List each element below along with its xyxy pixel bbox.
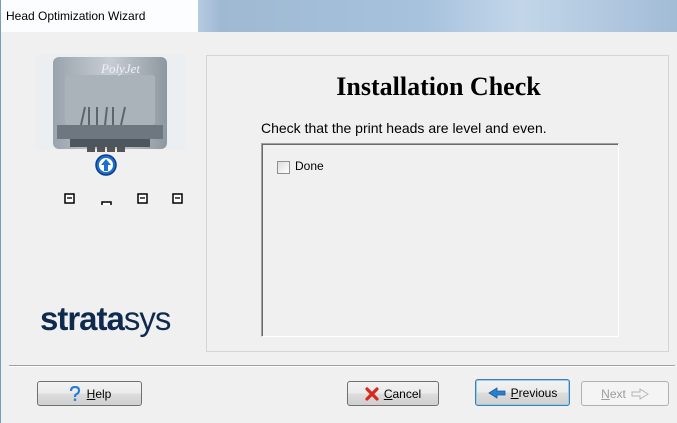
window-title: Head Optimization Wizard bbox=[6, 9, 146, 23]
next-button-label: Next bbox=[601, 386, 626, 401]
instruction-text: Check that the print heads are level and… bbox=[261, 120, 547, 136]
question-mark-icon bbox=[69, 385, 80, 401]
logo-bold-text: strata bbox=[40, 300, 125, 337]
done-checkbox-label[interactable]: Done bbox=[295, 159, 324, 173]
printer-label: PolyJet bbox=[100, 61, 140, 76]
red-x-icon bbox=[365, 386, 379, 401]
help-button-label: Help bbox=[86, 386, 112, 401]
help-button[interactable]: Help bbox=[37, 381, 142, 406]
page-heading: Installation Check bbox=[336, 72, 541, 101]
title-tab: Head Optimization Wizard bbox=[1, 0, 199, 32]
step-indicator-icon bbox=[95, 154, 117, 176]
cancel-button[interactable]: Cancel bbox=[347, 381, 439, 406]
next-button[interactable]: Next bbox=[581, 381, 669, 406]
logo-light-text: sys bbox=[123, 300, 171, 337]
cancel-button-label: Cancel bbox=[383, 386, 422, 401]
previous-button[interactable]: Previous bbox=[475, 379, 570, 406]
content-panel: Installation Check Check that the print … bbox=[206, 55, 669, 352]
done-checkbox[interactable] bbox=[277, 161, 290, 174]
checklist-box: Done bbox=[261, 143, 619, 337]
left-arrow-icon bbox=[487, 386, 506, 399]
wizard-window: Head Optimization Wizard PolyJet stratas… bbox=[0, 0, 677, 423]
previous-button-label: Previous bbox=[510, 385, 558, 400]
title-bar[interactable]: Head Optimization Wizard bbox=[1, 0, 677, 32]
footer-separator bbox=[9, 365, 675, 367]
left-branding-panel: PolyJet stratasys bbox=[24, 53, 196, 353]
right-arrow-icon bbox=[631, 387, 649, 400]
stratasys-logo: stratasys bbox=[40, 300, 171, 338]
printer-head-illustration: PolyJet bbox=[35, 55, 185, 205]
head-slot-2-icon bbox=[101, 201, 112, 205]
